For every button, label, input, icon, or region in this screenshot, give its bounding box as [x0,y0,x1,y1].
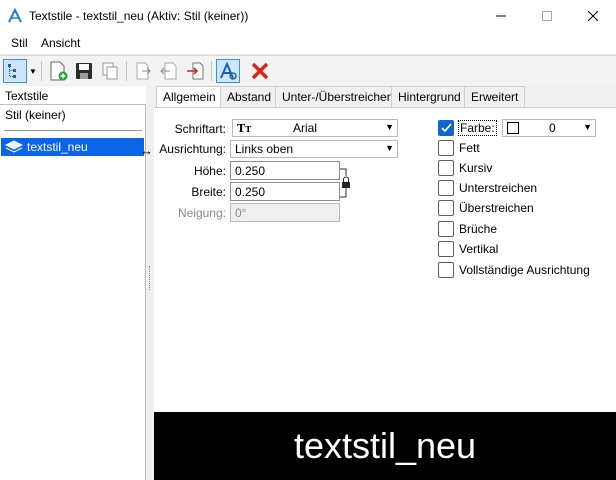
new-style-button[interactable] [46,59,70,83]
fett-label: Fett [459,141,480,155]
tree-dropdown-icon[interactable]: ▼ [29,67,37,76]
panel-splitter[interactable]: ↔ [140,86,154,480]
kursiv-checkbox[interactable] [438,160,454,176]
maximize-button[interactable] [524,0,570,32]
color-dropdown[interactable]: 0 ▼ [502,119,596,137]
aspect-lock-icon[interactable] [340,164,354,200]
truetype-font-icon: TT [237,121,252,135]
copy-button[interactable] [98,59,122,83]
ueberstreichen-checkbox[interactable] [438,200,454,216]
tab-strip: Allgemein Abstand Unter-/Überstreichen H… [154,86,616,109]
vertikal-label: Vertikal [459,242,499,256]
tree-view-button[interactable] [3,59,27,83]
activate-style-button[interactable] [216,59,240,83]
menu-bar: Stil Ansicht [0,32,616,54]
text-style-icon [220,61,237,80]
ueberstreichen-label: Überstreichen [459,201,534,215]
delete-style-button[interactable] [248,59,272,83]
vollstaendige-ausrichtung-checkbox[interactable] [438,262,454,278]
schriftart-label: Schriftart: [174,122,226,136]
export-icon [160,62,177,80]
copy-icon [102,62,118,80]
unterstreichen-checkbox[interactable] [438,180,454,196]
delete-x-icon [251,62,269,80]
vertikal-checkbox[interactable] [438,241,454,257]
font-value: Arial [293,121,318,135]
neigung-label: Neigung: [177,206,226,220]
title-bar: Textstile - textstil_neu (Aktiv: Stil (k… [0,0,616,32]
vollstaendige-ausrichtung-label: Vollständige Ausrichtung [459,263,590,277]
checkmark-icon [441,123,452,133]
tree-list-icon [8,64,16,78]
farbe-checkbox[interactable] [438,120,454,136]
app-logo-icon [8,8,22,23]
tab-abstand[interactable]: Abstand [220,86,279,107]
menu-ansicht[interactable]: Ansicht [41,36,80,50]
brueche-checkbox[interactable] [438,221,454,237]
resize-cursor-icon: ↔ [140,143,153,158]
color-value: 0 [549,121,556,135]
minimize-icon [496,15,506,17]
breite-label: Breite: [191,185,226,199]
alignment-dropdown[interactable]: Links oben ▼ [230,140,398,158]
tab-hintergrund[interactable]: Hintergrund [391,86,468,107]
font-dropdown[interactable]: TT Arial ▼ [232,119,398,137]
save-icon [76,63,92,79]
alignment-value: Links oben [235,142,294,156]
save-button[interactable] [72,59,96,83]
slant-input[interactable]: 0° [230,203,340,222]
transfer-icon [187,62,204,80]
style-preview: textstil_neu [154,412,616,480]
window-title: Textstile - textstil_neu (Aktiv: Stil (k… [29,9,249,23]
new-document-icon [50,61,68,81]
minimize-button[interactable] [478,0,524,32]
list-divider [4,130,142,131]
import-icon [136,62,151,80]
export-button[interactable] [157,59,181,83]
hoehe-label: Höhe: [193,164,226,178]
toolbar: ▼ [0,55,616,85]
unterstreichen-label: Unterstreichen [459,181,538,195]
farbe-label: Farbe: [458,120,497,136]
tab-erweitert[interactable]: Erweitert [464,86,526,107]
chevron-down-icon: ▼ [385,143,394,153]
style-list-header: Textstile [0,86,146,105]
toolbar-separator [41,61,42,81]
toolbar-separator [211,61,212,81]
ausrichtung-label: Ausrichtung: [159,142,226,156]
style-item-none[interactable]: Stil (keiner) [5,108,66,122]
text-stack-icon [5,140,23,153]
tab-unter-ueberstreichen[interactable]: Unter-/Überstreichen [275,86,401,107]
toolbar-separator [126,61,127,81]
close-icon [588,11,598,21]
style-item-label: textstil_neu [27,140,88,154]
fett-checkbox[interactable] [438,140,454,156]
chevron-down-icon: ▼ [583,122,592,132]
menu-stil[interactable]: Stil [11,36,28,50]
style-list-panel: Textstile Stil (keiner) textstil_neu [0,86,146,480]
tab-allgemein[interactable]: Allgemein [156,86,223,109]
close-button[interactable] [570,0,616,32]
tab-content-allgemein: Schriftart: TT Arial ▼ Ausrichtung: Link… [154,107,616,412]
splitter-grip [149,266,151,290]
transfer-button[interactable] [183,59,207,83]
chevron-down-icon: ▼ [385,122,394,132]
height-input[interactable]: 0.250 [230,161,340,180]
color-swatch [507,122,519,134]
width-input[interactable]: 0.250 [230,182,340,201]
style-item-selected[interactable]: textstil_neu [1,138,144,156]
brueche-label: Brüche [459,222,498,236]
kursiv-label: Kursiv [459,161,493,175]
maximize-icon [542,11,552,21]
import-button[interactable] [131,59,155,83]
